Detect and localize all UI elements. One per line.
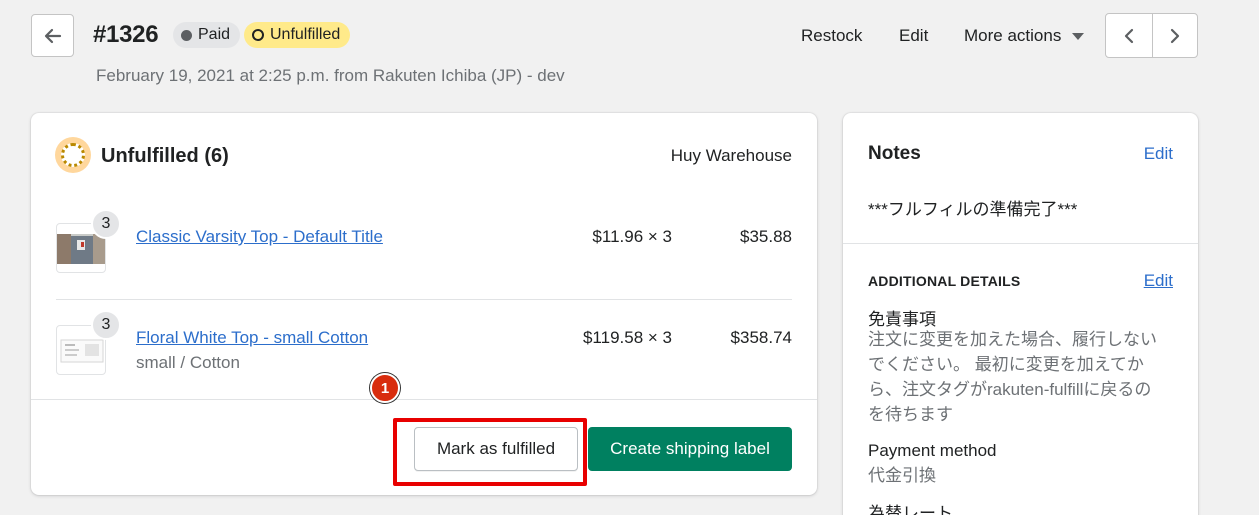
line-total: $35.88 [740, 227, 792, 246]
chevron-left-icon [1124, 28, 1133, 43]
detail-label: Payment method [868, 441, 997, 460]
paid-dot-icon [181, 29, 192, 41]
order-pager [1105, 13, 1198, 58]
additional-details-title: ADDITIONAL DETAILS [868, 273, 1021, 289]
unfulfilled-status-icon [55, 137, 91, 173]
detail-label: 為替レート [868, 504, 953, 515]
detail-value: 注文に変更を加えた場合、履行しないでください。 最初に変更を加えてから、注文タグ… [868, 330, 1157, 424]
unit-price: $11.96 × 3 [592, 227, 672, 246]
next-order-button[interactable] [1151, 14, 1198, 57]
caret-down-icon [1072, 32, 1085, 40]
edit-order-button[interactable]: Edit [899, 26, 928, 46]
back-button[interactable] [31, 14, 74, 57]
more-actions-label: More actions [964, 26, 1062, 45]
paid-badge: Paid [173, 22, 241, 48]
unfulfilled-title: Unfulfilled (6) [101, 145, 229, 167]
product-link[interactable]: Classic Varsity Top - Default Title [136, 227, 383, 247]
product-variant: small / Cotton [136, 353, 240, 372]
order-number: #1326 [93, 21, 159, 48]
fulfillment-location: Huy Warehouse [670, 146, 792, 165]
more-actions-button[interactable]: More actions [964, 26, 1085, 46]
unfulfilled-ring-icon [252, 29, 264, 41]
previous-order-button[interactable] [1106, 14, 1152, 57]
unfulfilled-badge: Unfulfilled [244, 22, 351, 48]
unit-price: $119.58 × 3 [582, 328, 672, 347]
notes-card: Notes Edit ***フルフィルの準備完了*** ADDITIONAL D… [843, 113, 1198, 515]
quantity-badge: 3 [91, 209, 121, 239]
notes-text: ***フルフィルの準備完了*** [868, 200, 1078, 219]
fulfillment-actions: Mark as fulfilled Create shipping label [31, 399, 817, 495]
unfulfilled-card: Unfulfilled (6) Huy Warehouse 3 Classic … [31, 113, 817, 495]
line-total: $358.74 [730, 328, 792, 347]
detail-value: 代金引換 [868, 466, 936, 485]
divider [843, 243, 1198, 244]
order-subtitle: February 19, 2021 at 2:25 p.m. from Raku… [96, 66, 565, 85]
line-item: 3 Floral White Top - small Cotton small … [56, 299, 792, 399]
quantity-badge: 3 [91, 310, 121, 340]
unfulfilled-badge-label: Unfulfilled [270, 26, 341, 43]
paid-badge-label: Paid [198, 26, 231, 43]
additional-details-edit-button[interactable]: Edit [1144, 271, 1173, 291]
restock-button[interactable]: Restock [801, 26, 862, 46]
notes-title: Notes [868, 143, 921, 164]
line-item: 3 Classic Varsity Top - Default Title $1… [56, 209, 792, 299]
chevron-right-icon [1170, 28, 1179, 43]
arrow-left-icon [44, 28, 61, 43]
notes-edit-button[interactable]: Edit [1144, 144, 1173, 164]
step-marker: 1 [370, 373, 400, 403]
product-link[interactable]: Floral White Top - small Cotton [136, 328, 368, 348]
create-shipping-label-button[interactable]: Create shipping label [588, 427, 792, 471]
mark-as-fulfilled-button[interactable]: Mark as fulfilled [414, 427, 578, 471]
